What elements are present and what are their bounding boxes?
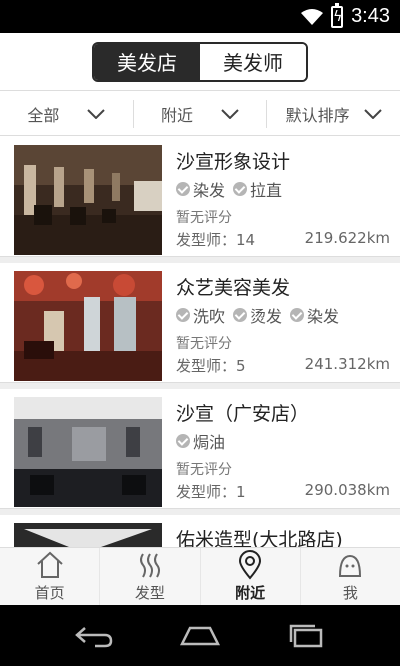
stylist-count: 发型师：14 [176, 231, 256, 249]
filter-nearby[interactable]: 附近 [134, 99, 268, 128]
status-bar: 3:43 [0, 0, 400, 33]
back-icon[interactable] [71, 622, 115, 650]
status-time: 3:43 [351, 5, 390, 27]
check-icon [233, 182, 248, 196]
tab-profile-label: 我 [342, 584, 358, 602]
stylist-count: 发型师：1 [176, 483, 246, 501]
shop-list[interactable]: 沙宣形象设计 染发 拉直 暂无评分 发型师：14 219.622km 众艺美容美… [0, 137, 400, 547]
service-tags: 洗吹 烫发 染发 [176, 303, 390, 327]
shop-list-item[interactable]: 沙宣（广安店） 焗油 暂无评分 发型师：1 290.038km [0, 389, 400, 509]
shop-photo [14, 271, 162, 381]
shop-name: 众艺美容美发 [176, 277, 291, 299]
check-icon [290, 308, 305, 322]
tab-home-label: 首页 [34, 584, 65, 602]
shop-name: 佑米造型(大北路店) [176, 529, 343, 547]
bottom-tab-bar: 首页 发型 附近 我 [0, 547, 400, 605]
shop-list-item[interactable]: 佑米造型(大北路店) [0, 515, 400, 547]
service-tag: 染发 [290, 303, 339, 327]
location-pin-icon [239, 550, 262, 580]
tab-stylists[interactable]: 美发师 [200, 43, 306, 80]
tab-nearby[interactable]: 附近 [201, 548, 301, 605]
service-tag: 烫发 [233, 303, 282, 327]
service-tag: 染发 [176, 177, 225, 201]
home-icon[interactable] [178, 622, 222, 650]
check-icon [176, 182, 190, 196]
shop-rating: 暂无评分 [176, 462, 232, 478]
tab-hairstyles-label: 发型 [134, 584, 165, 602]
service-tags: 焗油 [176, 429, 390, 453]
service-tag: 拉直 [233, 177, 282, 201]
filter-bar: 全部 附近 默认排序 [0, 92, 400, 136]
filter-nearby-label: 附近 [161, 105, 194, 125]
shop-photo [14, 397, 162, 507]
chevron-down-icon [363, 108, 382, 119]
top-bar: 美发店 美发师 [0, 33, 400, 91]
filter-sort-label: 默认排序 [285, 105, 350, 125]
tab-nearby-label: 附近 [235, 584, 266, 602]
shop-list-item[interactable]: 众艺美容美发 洗吹 烫发 染发 暂无评分 发型师：5 241.312km [0, 263, 400, 383]
shop-distance: 241.312km [304, 355, 390, 373]
shop-stylist-toggle: 美发店 美发师 [92, 41, 308, 82]
hair-icon [139, 553, 160, 578]
system-nav-bar [0, 605, 400, 666]
shop-name: 沙宣形象设计 [176, 151, 291, 173]
shop-photo [14, 145, 162, 255]
check-icon [176, 308, 190, 322]
wifi-icon [301, 8, 324, 25]
filter-category-label: 全部 [27, 105, 60, 125]
filter-category[interactable]: 全部 [0, 99, 134, 128]
shop-rating: 暂无评分 [176, 336, 232, 352]
service-tag: 洗吹 [176, 303, 225, 327]
shop-distance: 219.622km [304, 229, 390, 247]
shop-rating: 暂无评分 [176, 210, 232, 226]
check-icon [176, 434, 190, 448]
chevron-down-icon [221, 108, 239, 119]
service-tag: 焗油 [176, 429, 225, 453]
home-icon [36, 551, 63, 578]
tab-hairstyles[interactable]: 发型 [100, 548, 201, 605]
shop-name: 沙宣（广安店） [176, 403, 310, 425]
profile-icon [339, 554, 362, 577]
stylist-count: 发型师：5 [176, 357, 246, 375]
tab-salons[interactable]: 美发店 [94, 43, 200, 80]
battery-charging-icon [331, 2, 344, 28]
shop-distance: 290.038km [304, 481, 390, 499]
filter-sort[interactable]: 默认排序 [267, 100, 400, 128]
chevron-down-icon [87, 108, 106, 119]
shop-list-item[interactable]: 沙宣形象设计 染发 拉直 暂无评分 发型师：14 219.622km [0, 137, 400, 257]
service-tags: 染发 拉直 [176, 177, 390, 201]
recent-apps-icon[interactable] [285, 622, 329, 650]
tab-home[interactable]: 首页 [0, 548, 101, 605]
check-icon [233, 308, 248, 322]
tab-profile[interactable]: 我 [301, 548, 400, 605]
shop-photo [14, 523, 162, 547]
